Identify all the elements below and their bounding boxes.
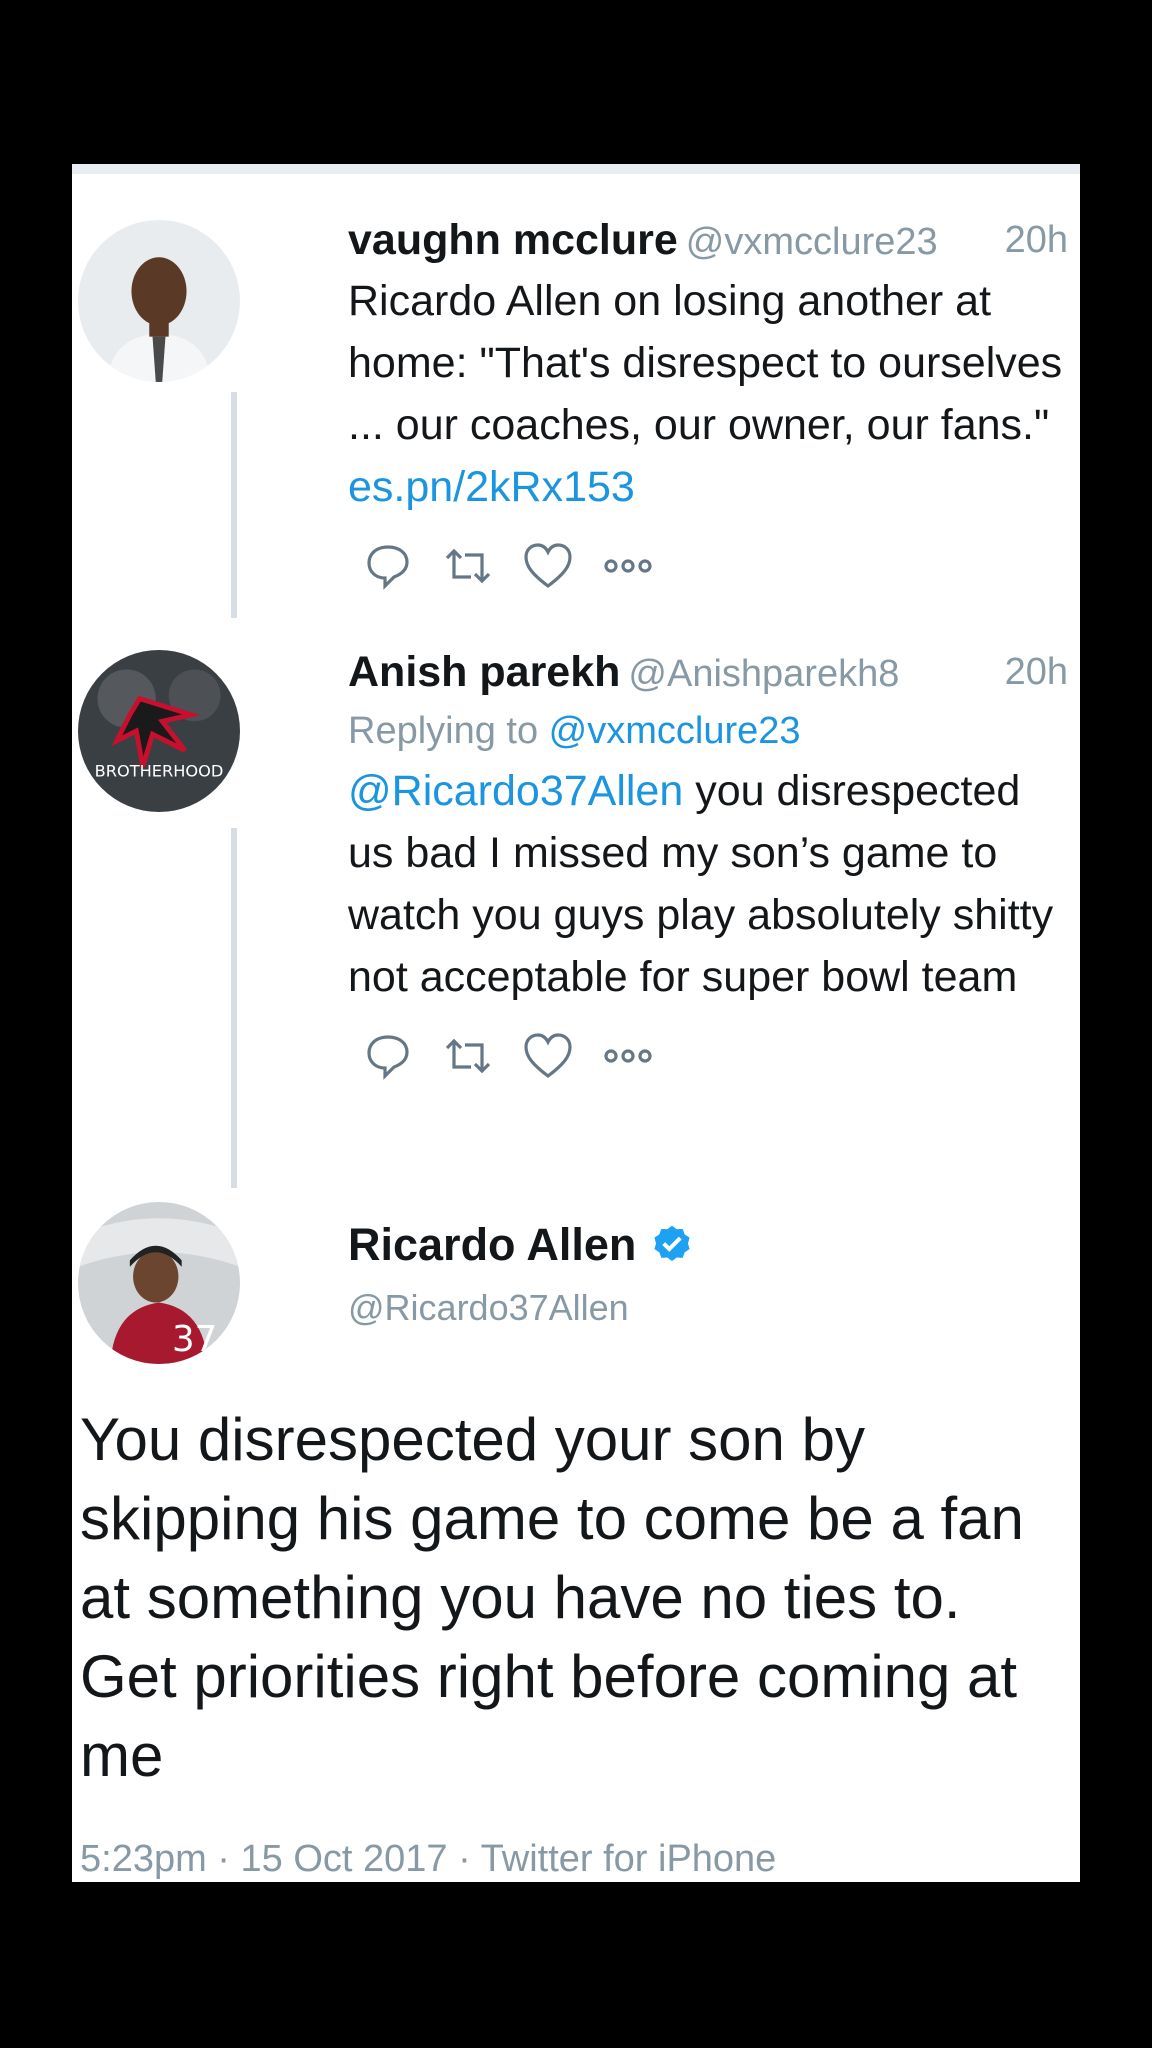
- reply-icon[interactable]: [348, 536, 428, 596]
- more-icon[interactable]: [588, 536, 668, 596]
- football-player-avatar: 37: [78, 1202, 240, 1364]
- author-name[interactable]: vaughn mcclure: [348, 216, 678, 264]
- tweet-text: Ricardo Allen on losing another at home:…: [348, 270, 1068, 518]
- author-handle[interactable]: @vxmcclure23: [686, 221, 938, 263]
- tweet-header: vaughn mcclure @vxmcclure23 20h: [348, 212, 1068, 270]
- tweet-time[interactable]: 20h: [1005, 644, 1068, 700]
- tweet-thread-card: vaughn mcclure @vxmcclure23 20h Ricardo A…: [72, 164, 1080, 1882]
- thread-line: [231, 392, 237, 618]
- tweet-link[interactable]: es.pn/2kRx153: [348, 463, 635, 511]
- tweet-vaughn[interactable]: vaughn mcclure @vxmcclure23 20h Ricardo A…: [348, 212, 1068, 596]
- tweet-text-content: Ricardo Allen on losing another at home:…: [348, 277, 1063, 449]
- more-icon[interactable]: [588, 1026, 668, 1086]
- mention-link[interactable]: @Ricardo37Allen: [348, 767, 683, 815]
- thread-line: [231, 828, 237, 1188]
- svg-text:37: 37: [172, 1319, 217, 1360]
- author-handle[interactable]: @Anishparekh8: [628, 653, 899, 695]
- tweet-time[interactable]: 20h: [1005, 212, 1068, 268]
- tweet-actions: [348, 1026, 1068, 1086]
- reply-icon[interactable]: [348, 1026, 428, 1086]
- tweet-text: @Ricardo37Allen you disrespected us bad …: [348, 760, 1068, 1008]
- avatar-ricardo-allen[interactable]: 37: [78, 1202, 240, 1364]
- man-portrait-avatar: [78, 220, 240, 382]
- tweet-header: Anish parekh @Anishparekh8 20h: [348, 644, 1068, 702]
- main-author: Ricardo Allen: [348, 1216, 694, 1274]
- verified-badge-icon: [654, 1225, 691, 1261]
- avatar-anish-parekh[interactable]: BROTHERHOOD: [78, 650, 240, 812]
- replying-to-handle[interactable]: @vxmcclure23: [549, 710, 801, 752]
- tweet-actions: [348, 536, 1068, 596]
- retweet-icon[interactable]: [428, 536, 508, 596]
- main-tweet-header: Ricardo Allen @Ricardo37Allen: [348, 1216, 694, 1334]
- falcons-logo-avatar: BROTHERHOOD: [78, 650, 240, 812]
- avatar-vaughn-mcclure[interactable]: [78, 220, 240, 382]
- replying-label: Replying to: [348, 710, 549, 752]
- retweet-icon[interactable]: [428, 1026, 508, 1086]
- author-name[interactable]: Ricardo Allen: [348, 1216, 636, 1274]
- like-icon[interactable]: [508, 536, 588, 596]
- author-name[interactable]: Anish parekh: [348, 648, 620, 696]
- main-tweet-text: You disrespected your son by skipping hi…: [80, 1406, 1024, 1789]
- tweet-anish[interactable]: Anish parekh @Anishparekh8 20h Replying t…: [348, 644, 1068, 1086]
- tweet-metadata: 5:23pm · 15 Oct 2017 · Twitter for iPhon…: [80, 1838, 777, 1880]
- replying-to: Replying to @vxmcclure23: [348, 702, 1068, 760]
- author-handle[interactable]: @Ricardo37Allen: [348, 1282, 694, 1334]
- avatar-text: BROTHERHOOD: [95, 761, 224, 780]
- like-icon[interactable]: [508, 1026, 588, 1086]
